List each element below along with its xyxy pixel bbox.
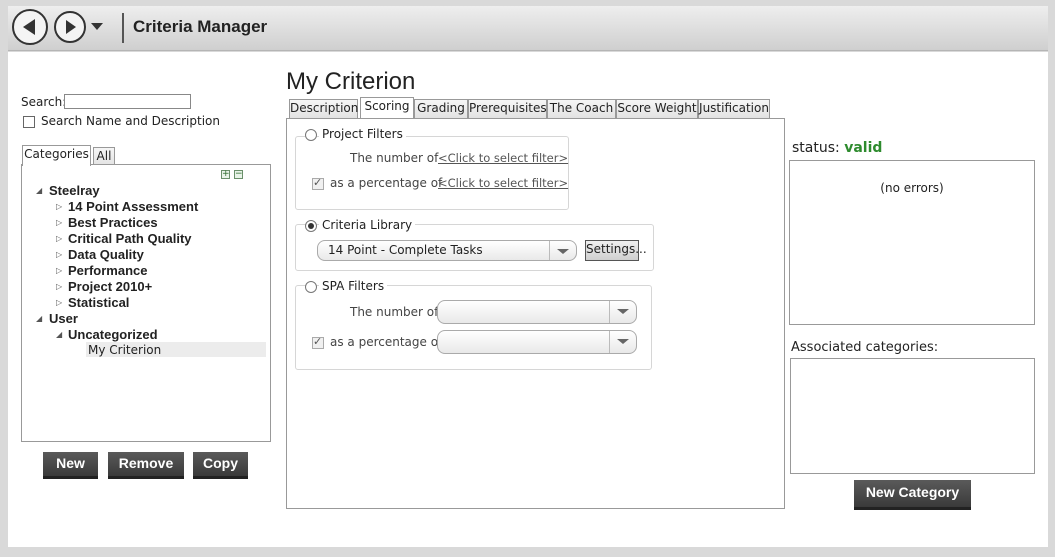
tree-item-critical-path-quality[interactable]: Critical Path Quality: [68, 231, 192, 246]
tree-item-performance[interactable]: Performance: [68, 263, 147, 278]
criteria-library-combobox[interactable]: 14 Point - Complete Tasks: [317, 240, 577, 261]
tree-item-steelray[interactable]: Steelray: [49, 183, 100, 198]
project-number-of-label: The number of: [350, 151, 439, 165]
tree-item-uncategorized[interactable]: Uncategorized: [68, 327, 158, 342]
status-line: status: valid: [792, 140, 882, 156]
new-category-button[interactable]: New Category: [854, 480, 971, 510]
errors-text: (no errors): [880, 181, 944, 195]
back-arrow-icon: [23, 19, 35, 35]
tree-item-14-point-assessment[interactable]: 14 Point Assessment: [68, 199, 198, 214]
project-percentage-filter-link[interactable]: <Click to select filter>: [438, 176, 568, 190]
collapse-all-icon[interactable]: −: [234, 170, 243, 179]
forward-button[interactable]: [54, 11, 86, 43]
tab-score-weight[interactable]: Score Weight: [616, 99, 698, 118]
copy-button[interactable]: Copy: [193, 452, 248, 479]
expanded-arrow-icon[interactable]: ◢: [36, 186, 42, 195]
spa-filters-group: [295, 285, 652, 370]
criteria-library-radio[interactable]: [305, 220, 317, 232]
collapsed-arrow-icon[interactable]: ▷: [56, 234, 62, 243]
collapsed-arrow-icon[interactable]: ▷: [56, 298, 62, 307]
tree-item-project-2010[interactable]: Project 2010+: [68, 279, 152, 294]
chevron-down-icon[interactable]: [549, 241, 576, 260]
project-filters-radio[interactable]: [305, 129, 317, 141]
forward-arrow-icon: [66, 20, 76, 34]
collapsed-arrow-icon[interactable]: ▷: [56, 218, 62, 227]
tab-categories[interactable]: Categories: [22, 145, 91, 166]
criterion-title: My Criterion: [286, 68, 416, 95]
chevron-down-icon[interactable]: [609, 331, 636, 353]
tab-justification[interactable]: Justification: [698, 99, 770, 118]
tree-item-my-criterion[interactable]: My Criterion: [88, 343, 161, 357]
search-label: Search:: [21, 95, 67, 109]
scoring-panel: Project Filters The number of <Click to …: [286, 118, 785, 509]
expanded-arrow-icon[interactable]: ◢: [36, 314, 42, 323]
spa-number-of-combobox[interactable]: [437, 300, 637, 324]
tab-the-coach[interactable]: The Coach: [547, 99, 616, 118]
remove-button[interactable]: Remove: [108, 452, 184, 479]
associated-categories-box[interactable]: [790, 358, 1035, 474]
project-percentage-checkbox[interactable]: [312, 176, 324, 190]
chevron-down-icon: [91, 23, 103, 30]
criteria-library-title: Criteria Library: [319, 218, 416, 232]
project-percentage-label: as a percentage of: [330, 176, 443, 190]
project-filters-title: Project Filters: [319, 127, 406, 141]
status-label: status:: [792, 140, 840, 156]
search-name-description-checkbox[interactable]: [23, 116, 35, 128]
spa-percentage-checkbox[interactable]: [312, 335, 324, 349]
new-button[interactable]: New: [43, 452, 98, 479]
tab-prerequisites[interactable]: Prerequisites: [468, 99, 547, 118]
window-title: Criteria Manager: [133, 17, 268, 36]
criteria-library-selected: 14 Point - Complete Tasks: [328, 243, 483, 257]
title-bar: Criteria Manager: [8, 6, 1048, 51]
chevron-down-icon[interactable]: [609, 301, 636, 323]
tab-grading[interactable]: Grading: [414, 99, 468, 118]
category-tree-panel: + − ◢ Steelray ▷ 14 Point Assessment ▷ B…: [21, 164, 271, 442]
spa-percentage-combobox[interactable]: [437, 330, 637, 354]
associated-categories-label: Associated categories:: [791, 340, 939, 355]
main-content: Search: Search Name and Description Cate…: [8, 52, 1048, 547]
spa-number-of-label: The number of: [350, 305, 439, 319]
project-filters-group: [295, 136, 569, 210]
collapsed-arrow-icon[interactable]: ▷: [56, 250, 62, 259]
project-number-of-filter-link[interactable]: <Click to select filter>: [438, 151, 568, 165]
collapsed-arrow-icon[interactable]: ▷: [56, 266, 62, 275]
spa-filters-title: SPA Filters: [319, 279, 388, 293]
tab-scoring[interactable]: Scoring: [360, 97, 414, 118]
spa-percentage-label: as a percentage of: [330, 335, 443, 349]
tree-item-statistical[interactable]: Statistical: [68, 295, 129, 310]
collapsed-arrow-icon[interactable]: ▷: [56, 282, 62, 291]
history-dropdown-button[interactable]: [90, 20, 104, 34]
spa-filters-radio[interactable]: [305, 281, 317, 293]
search-name-description-label: Search Name and Description: [41, 114, 220, 128]
tab-description[interactable]: Description: [289, 99, 358, 118]
tree-item-data-quality[interactable]: Data Quality: [68, 247, 144, 262]
back-button[interactable]: [12, 9, 48, 45]
status-value: valid: [844, 140, 883, 156]
collapsed-arrow-icon[interactable]: ▷: [56, 202, 62, 211]
settings-button[interactable]: Settings...: [585, 240, 647, 261]
errors-box: (no errors): [789, 160, 1035, 325]
title-separator: [122, 13, 124, 43]
search-input[interactable]: [64, 94, 191, 109]
criteria-manager-window: Criteria Manager Search: Search Name and…: [0, 0, 1055, 557]
expanded-arrow-icon[interactable]: ◢: [56, 330, 62, 339]
expand-all-icon[interactable]: +: [221, 170, 230, 179]
tree-item-user[interactable]: User: [49, 311, 78, 326]
tree-item-best-practices[interactable]: Best Practices: [68, 215, 158, 230]
